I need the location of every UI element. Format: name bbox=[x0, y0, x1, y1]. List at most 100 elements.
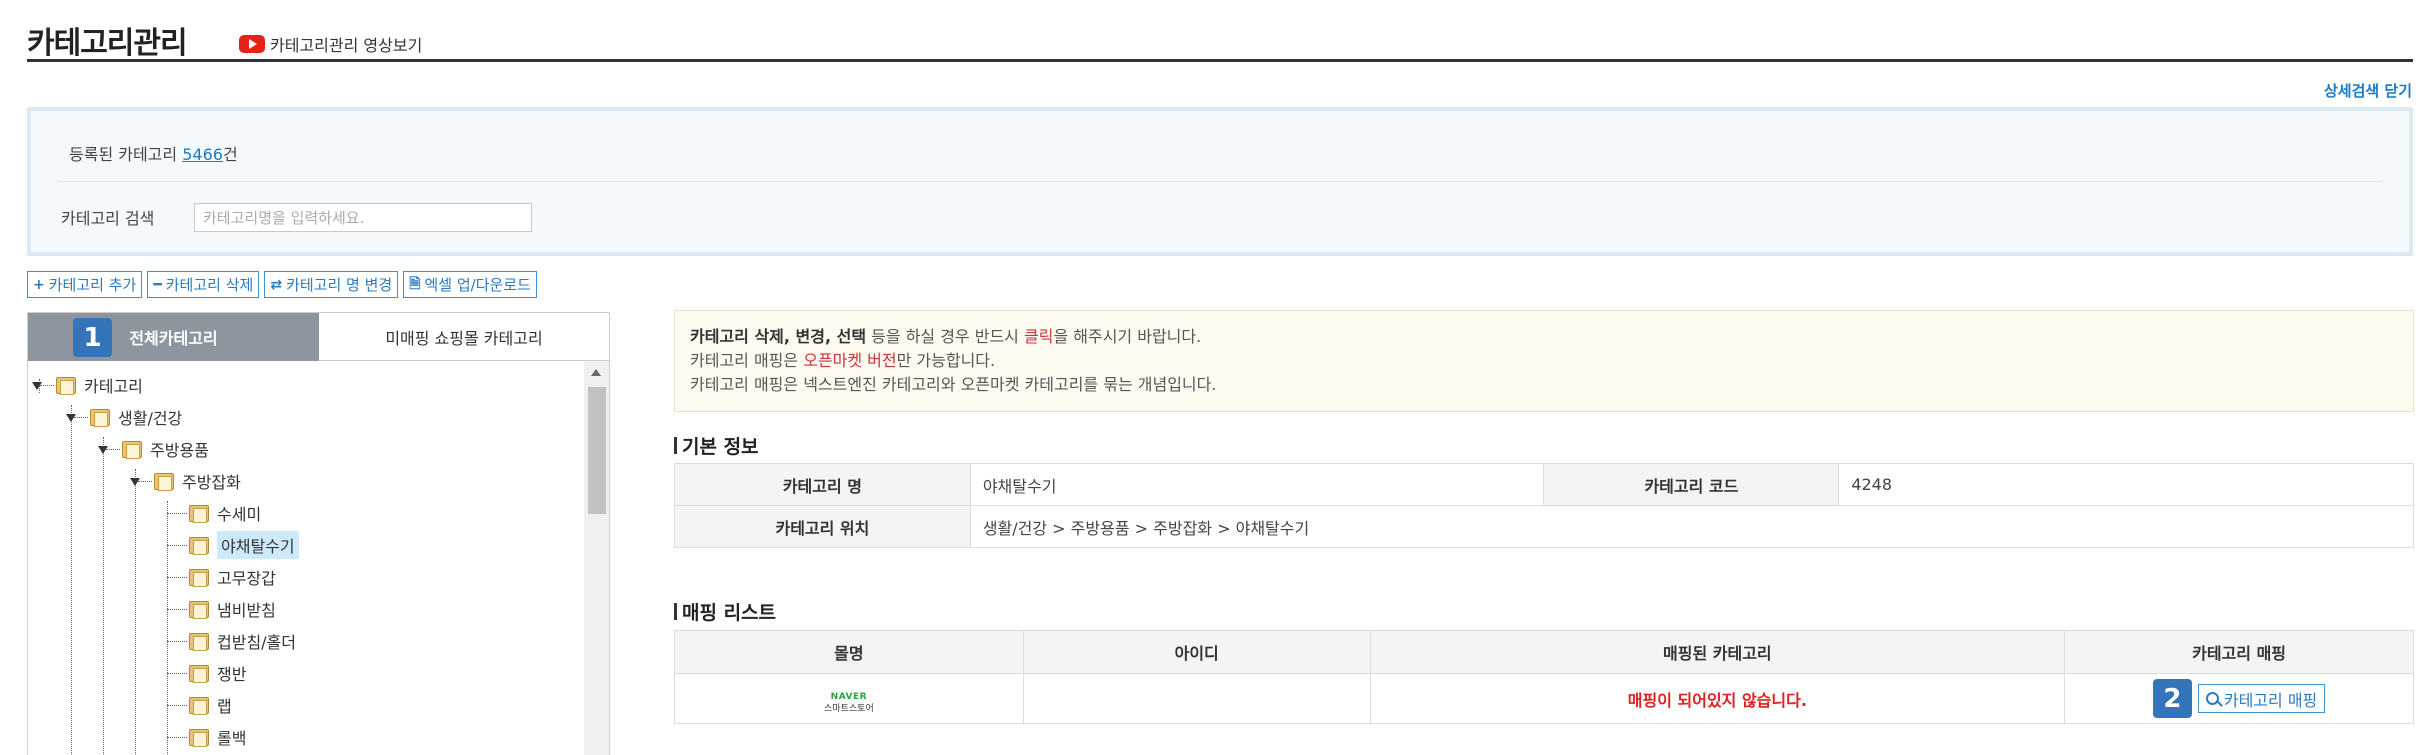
add-category-button[interactable]: + 카테고리 추가 bbox=[27, 271, 143, 298]
notice-box: 카테고리 삭제, 변경, 선택 등을 하실 경우 반드시 클릭을 해주시기 바랍… bbox=[674, 310, 2414, 412]
tree-node-label: 주방용품 bbox=[150, 441, 209, 460]
excel-file-icon: 🗎 bbox=[409, 275, 421, 292]
rename-category-button[interactable]: ⇄ 카테고리 명 변경 bbox=[264, 271, 399, 298]
column-header-category-mapping: 카테고리 매핑 bbox=[2064, 630, 2414, 674]
mapping-table: 몰명 아이디 매핑된 카테고리 카테고리 매핑 NAVER 스마트스토어 매핑이… bbox=[674, 630, 2414, 724]
category-location-value: 생활/건강 > 주방용품 > 주방잡화 > 야채탈수기 bbox=[969, 505, 2415, 548]
video-link[interactable]: 카테고리관리 영상보기 bbox=[239, 32, 422, 56]
tree-line bbox=[106, 449, 120, 450]
tree-leaf[interactable]: 수세미 bbox=[167, 500, 261, 526]
tree-line bbox=[167, 577, 187, 578]
tree-line bbox=[138, 481, 152, 482]
folder-icon bbox=[189, 568, 209, 587]
notice-highlight: 클릭 bbox=[1024, 327, 1054, 346]
tree-leaf[interactable]: 컵받침/홀더 bbox=[167, 628, 296, 654]
swap-icon: ⇄ bbox=[270, 276, 283, 293]
folder-icon bbox=[189, 600, 209, 619]
column-header-mall: 몰명 bbox=[674, 630, 1024, 674]
scroll-thumb[interactable] bbox=[588, 387, 606, 514]
tree-line bbox=[167, 705, 187, 706]
tree-leaf[interactable]: 쟁반 bbox=[167, 660, 246, 686]
notice-text: 을 해주시기 바랍니다. bbox=[1053, 327, 1202, 346]
delete-category-label: 카테고리 삭제 bbox=[165, 276, 254, 294]
detail-search-toggle[interactable]: 상세검색 닫기 bbox=[2324, 80, 2412, 101]
tree-tabs: 1 전체카테고리 미매핑 쇼핑몰 카테고리 bbox=[28, 313, 609, 361]
category-name-label: 카테고리 명 bbox=[674, 463, 971, 506]
folder-icon bbox=[189, 664, 209, 683]
naver-smartstore-logo: NAVER 스마트스토어 bbox=[824, 692, 874, 714]
expand-icon[interactable] bbox=[98, 446, 108, 454]
search-panel: 등록된 카테고리 5466건 카테고리 검색 bbox=[27, 107, 2413, 256]
mapped-category-cell: 매핑이 되어있지 않습니다. bbox=[1369, 673, 2066, 724]
category-mapping-button[interactable]: 카테고리 매핑 bbox=[2197, 684, 2326, 713]
basic-info-table: 카테고리 명 야채탈수기 카테고리 코드 4248 카테고리 위치 생활/건강 … bbox=[674, 463, 2415, 548]
folder-icon bbox=[90, 408, 110, 427]
mapping-action-cell: 2 카테고리 매핑 bbox=[2064, 673, 2414, 724]
basic-info-title: 기본 정보 bbox=[674, 432, 759, 459]
add-category-label: 카테고리 추가 bbox=[48, 276, 137, 294]
notice-line-2: 카테고리 매핑은 오픈마켓 버전만 가능합니다. bbox=[690, 349, 2398, 373]
not-mapped-status: 매핑이 되어있지 않습니다. bbox=[1627, 690, 1807, 710]
tree-node-level3[interactable]: 주방잡화 bbox=[124, 468, 241, 494]
tab-all-categories[interactable]: 1 전체카테고리 bbox=[28, 313, 319, 361]
delete-category-button[interactable]: ━ 카테고리 삭제 bbox=[147, 271, 260, 298]
tab-unmapped-label: 미매핑 쇼핑몰 카테고리 bbox=[385, 328, 543, 348]
registered-prefix: 등록된 카테고리 bbox=[69, 145, 183, 164]
folder-icon bbox=[122, 440, 142, 459]
id-cell bbox=[1022, 673, 1371, 724]
table-row: NAVER 스마트스토어 매핑이 되어있지 않습니다. 2 카테고리 매핑 bbox=[674, 673, 2414, 724]
tree-line bbox=[167, 513, 187, 514]
page-header: 카테고리관리 카테고리관리 영상보기 bbox=[27, 18, 2413, 62]
search-icon bbox=[2205, 692, 2219, 705]
expand-icon[interactable] bbox=[130, 478, 140, 486]
folder-icon bbox=[56, 376, 76, 395]
page-title: 카테고리관리 bbox=[27, 26, 188, 61]
tree-line bbox=[167, 673, 187, 674]
search-label: 카테고리 검색 bbox=[61, 209, 155, 228]
tab-unmapped-categories[interactable]: 미매핑 쇼핑몰 카테고리 bbox=[319, 313, 609, 361]
tree-leaf[interactable]: 랩 bbox=[167, 692, 232, 718]
tree-leaf[interactable]: 롤백 bbox=[167, 724, 246, 750]
expand-icon[interactable] bbox=[66, 414, 76, 422]
mapping-header-row: 몰명 아이디 매핑된 카테고리 카테고리 매핑 bbox=[674, 630, 2414, 674]
tree-node-level1[interactable]: 생활/건강 bbox=[60, 404, 182, 430]
tree-node-label: 주방잡화 bbox=[182, 473, 241, 492]
tree-node-label: 쟁반 bbox=[217, 665, 247, 684]
plus-icon: + bbox=[33, 276, 45, 293]
notice-line-1: 카테고리 삭제, 변경, 선택 등을 하실 경우 반드시 클릭을 해주시기 바랍… bbox=[690, 325, 2398, 349]
registered-count-link[interactable]: 5466 bbox=[182, 145, 223, 164]
tree-node-label: 야채탈수기 bbox=[217, 531, 299, 559]
registered-count: 등록된 카테고리 5466건 bbox=[69, 141, 238, 165]
notice-text: 카테고리 매핑은 bbox=[690, 351, 804, 370]
notice-text: 만 가능합니다. bbox=[896, 351, 996, 370]
tree-node-level2[interactable]: 주방용품 bbox=[92, 436, 209, 462]
tree-leaf[interactable]: 냄비받침 bbox=[167, 596, 276, 622]
category-search-input[interactable] bbox=[194, 203, 532, 232]
category-mapping-label: 카테고리 매핑 bbox=[2223, 690, 2318, 710]
tree-scrollbar[interactable] bbox=[584, 361, 609, 755]
minus-icon: ━ bbox=[153, 276, 162, 293]
category-tree: 카테고리 생활/건강 주방용품 주방잡화 수세미 야채탈수기 고무장갑 냄비받침… bbox=[28, 361, 583, 755]
divider bbox=[58, 181, 2382, 182]
tree-node-label: 냄비받침 bbox=[217, 601, 276, 620]
logo-text: 스마트스토어 bbox=[824, 703, 874, 714]
notice-text: 카테고리 삭제, 변경, 선택 bbox=[690, 327, 867, 346]
folder-icon bbox=[154, 472, 174, 491]
tree-node-label: 롤백 bbox=[217, 729, 247, 748]
folder-icon bbox=[189, 728, 209, 747]
tree-node-label: 수세미 bbox=[217, 505, 262, 524]
column-header-id: 아이디 bbox=[1022, 630, 1371, 674]
column-header-mapped-category: 매핑된 카테고리 bbox=[1369, 630, 2066, 674]
excel-button[interactable]: 🗎 엑셀 업/다운로드 bbox=[403, 271, 537, 298]
tree-leaf[interactable]: 고무장갑 bbox=[167, 564, 276, 590]
folder-icon bbox=[189, 504, 209, 523]
tree-leaf-selected[interactable]: 야채탈수기 bbox=[167, 531, 299, 559]
category-code-label: 카테고리 코드 bbox=[1543, 463, 1840, 506]
notice-text: 등을 하실 경우 반드시 bbox=[866, 327, 1024, 346]
expand-icon[interactable] bbox=[32, 382, 42, 390]
scroll-up-icon[interactable] bbox=[591, 369, 601, 376]
tree-node-root[interactable]: 카테고리 bbox=[28, 372, 143, 398]
tree-node-label: 카테고리 bbox=[84, 377, 143, 396]
tree-line bbox=[167, 737, 187, 738]
tree-node-label: 생활/건강 bbox=[118, 409, 183, 428]
